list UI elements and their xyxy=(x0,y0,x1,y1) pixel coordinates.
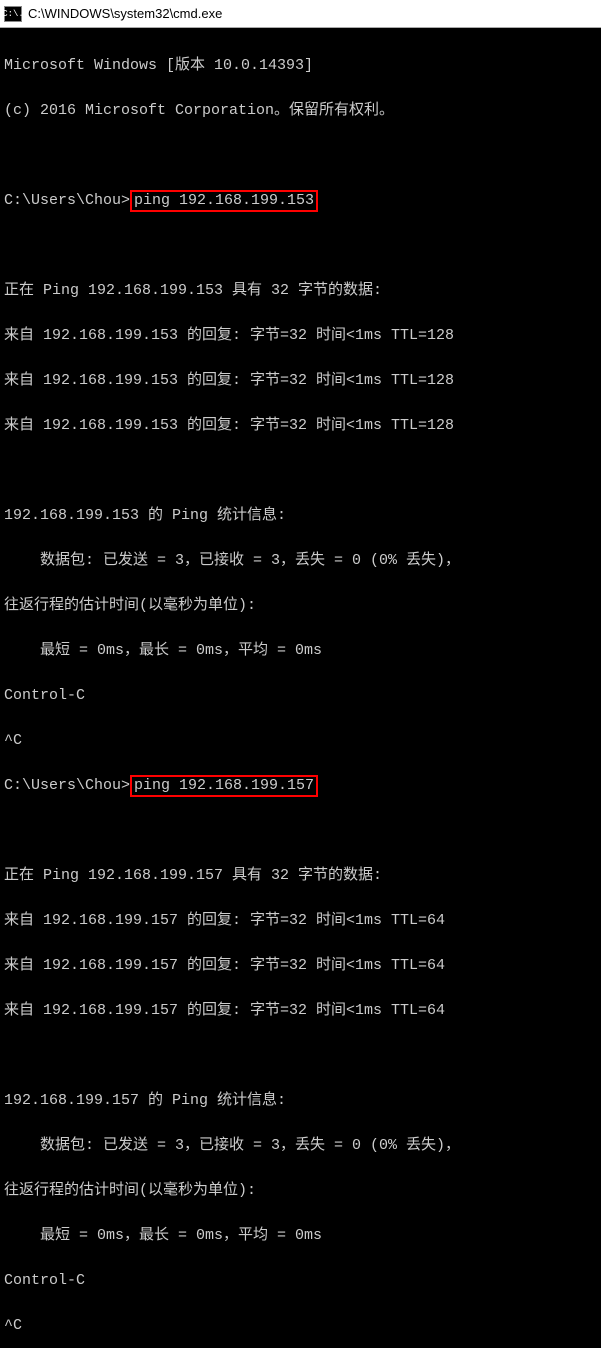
output-line: 往返行程的估计时间(以毫秒为单位): xyxy=(4,595,597,618)
output-line: 192.168.199.153 的 Ping 统计信息: xyxy=(4,505,597,528)
output-line xyxy=(4,460,597,483)
cmd-icon: C:\. xyxy=(4,6,22,22)
output-line xyxy=(4,820,597,843)
prompt: C:\Users\Chou> xyxy=(4,777,130,794)
output-line: 来自 192.168.199.153 的回复: 字节=32 时间<1ms TTL… xyxy=(4,325,597,348)
prompt: C:\Users\Chou> xyxy=(4,192,130,209)
output-line: ^C xyxy=(4,1315,597,1338)
prompt-line: C:\Users\Chou>ping 192.168.199.153 xyxy=(4,190,597,213)
window-titlebar[interactable]: C:\. C:\WINDOWS\system32\cmd.exe xyxy=(0,0,601,28)
output-line: 192.168.199.157 的 Ping 统计信息: xyxy=(4,1090,597,1113)
output-line: (c) 2016 Microsoft Corporation。保留所有权利。 xyxy=(4,100,597,123)
output-line: 数据包: 已发送 = 3，已接收 = 3，丢失 = 0 (0% 丢失)， xyxy=(4,550,597,573)
output-line xyxy=(4,145,597,168)
output-line: Control-C xyxy=(4,685,597,708)
terminal-output[interactable]: Microsoft Windows [版本 10.0.14393] (c) 20… xyxy=(0,28,601,1348)
window-title: C:\WINDOWS\system32\cmd.exe xyxy=(28,6,222,21)
prompt-line: C:\Users\Chou>ping 192.168.199.157 xyxy=(4,775,597,798)
output-line: 来自 192.168.199.157 的回复: 字节=32 时间<1ms TTL… xyxy=(4,955,597,978)
output-line: Control-C xyxy=(4,1270,597,1293)
output-line: 数据包: 已发送 = 3，已接收 = 3，丢失 = 0 (0% 丢失)， xyxy=(4,1135,597,1158)
output-line: Microsoft Windows [版本 10.0.14393] xyxy=(4,55,597,78)
output-line: 正在 Ping 192.168.199.157 具有 32 字节的数据: xyxy=(4,865,597,888)
output-line: 最短 = 0ms，最长 = 0ms，平均 = 0ms xyxy=(4,640,597,663)
output-line: 最短 = 0ms，最长 = 0ms，平均 = 0ms xyxy=(4,1225,597,1248)
output-line: ^C xyxy=(4,730,597,753)
output-line: 来自 192.168.199.157 的回复: 字节=32 时间<1ms TTL… xyxy=(4,1000,597,1023)
output-line: 正在 Ping 192.168.199.153 具有 32 字节的数据: xyxy=(4,280,597,303)
highlighted-command: ping 192.168.199.153 xyxy=(130,190,318,212)
output-line: 来自 192.168.199.157 的回复: 字节=32 时间<1ms TTL… xyxy=(4,910,597,933)
output-line: 来自 192.168.199.153 的回复: 字节=32 时间<1ms TTL… xyxy=(4,415,597,438)
output-line: 往返行程的估计时间(以毫秒为单位): xyxy=(4,1180,597,1203)
highlighted-command: ping 192.168.199.157 xyxy=(130,775,318,797)
output-line: 来自 192.168.199.153 的回复: 字节=32 时间<1ms TTL… xyxy=(4,370,597,393)
output-line xyxy=(4,235,597,258)
output-line xyxy=(4,1045,597,1068)
